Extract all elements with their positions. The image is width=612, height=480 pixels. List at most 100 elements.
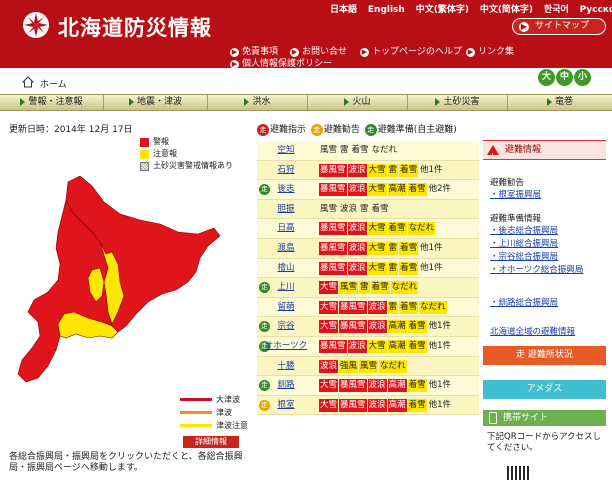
advisory-badge: 着雪 [407, 320, 427, 334]
hokkaido-warning-map[interactable] [8, 172, 222, 390]
advisory-badge: 大雪 [367, 222, 387, 236]
region-warnings: 風雪雷着雪 なだれ [319, 144, 399, 157]
nav-tab-earthquake[interactable]: 地震・津波 [104, 95, 208, 110]
font-size-large-button[interactable]: 大 [538, 69, 555, 86]
lang-link[interactable]: 中文(繁体字) [416, 5, 469, 15]
home-icon[interactable] [22, 76, 34, 88]
home-link[interactable]: ホーム [40, 77, 67, 90]
region-link[interactable]: 後志 [257, 180, 315, 199]
warning-badge: 暴風雪 [319, 163, 347, 177]
help-link[interactable]: ▶ トップページのヘルプ [360, 44, 462, 57]
region-row: 石狩 暴風雪 波浪 大雪雷着雪 他1件 [257, 160, 479, 181]
warning-text: 風雪 [320, 145, 338, 155]
detail-button[interactable]: 詳細情報 [183, 436, 239, 448]
junbi-link[interactable]: ・釧路総合振興局 [490, 296, 558, 308]
privacy-link[interactable]: ▶ 個人情報保護ポリシー [230, 56, 332, 69]
warning-badge: 波浪 [347, 183, 367, 197]
region-row: 日高 暴風雪 波浪 大雪 着雪 なだれ [257, 219, 479, 239]
nav-tab-volcano[interactable]: 火山 [308, 95, 408, 110]
advisory-badge: なだれ [419, 300, 447, 314]
runner-icon: 走 [257, 123, 269, 136]
warning-text: 他1件 [428, 380, 451, 391]
junbi-link[interactable]: ・後志総合振興局 [490, 224, 558, 236]
region-row: 走上川 大雪 風雪雷着雪 なだれ [257, 278, 479, 298]
region-row: 渡島 暴風雪 波浪 大雪雷着雪 他1件 [257, 238, 479, 259]
lang-link[interactable]: 中文(简体字) [480, 5, 533, 15]
region-link[interactable]: 釧路 [257, 376, 315, 395]
warning-text: 風雪 [320, 203, 338, 214]
region-link[interactable]: 石狩 [257, 161, 315, 180]
major-tsunami-line [180, 398, 212, 401]
region-link[interactable]: オホーツク [257, 337, 315, 356]
kankoku-link[interactable]: ・根室振興局 [490, 188, 541, 200]
map-legend: 警報 注意報 土砂災害警戒情報あり [140, 136, 233, 172]
junbi-link[interactable]: ・上川総合振興局 [490, 237, 558, 249]
legend-item: 大津波 [180, 393, 248, 406]
advisory-badge: 着雪 [407, 379, 427, 393]
lang-link[interactable]: English [368, 5, 405, 15]
warning-badge: 波浪 [367, 379, 387, 393]
region-link[interactable]: 上川 [257, 278, 315, 297]
advisory-badge: 高潮 [387, 320, 407, 334]
lang-link[interactable]: 한국어 [544, 5, 569, 15]
advisory-badge: 雷 [387, 300, 399, 314]
region-link[interactable]: 留萌 [257, 298, 315, 317]
advisory-badge: 大雪 [367, 163, 387, 177]
tsunami-line [180, 411, 212, 414]
region-row: 走後志 暴風雪 波浪 大雪 高潮 着雪 他2件 [257, 180, 479, 200]
region-warnings: 波浪 強風 風雪 なだれ [319, 359, 408, 373]
warning-text: なだれ [371, 145, 398, 155]
nav-tab-warnings[interactable]: 警報・注意報 [0, 95, 104, 110]
junbi-link[interactable]: ・オホーツク総合振興局 [490, 263, 608, 275]
amedas-button[interactable]: アメダス [483, 380, 606, 399]
warning-badge: 大雪 [319, 281, 339, 295]
hokkaido-emblem-icon[interactable] [22, 11, 50, 39]
junbi-link[interactable]: ・宗谷総合振興局 [490, 250, 558, 262]
region-link[interactable]: 渡島 [257, 239, 315, 258]
advisory-badge: 大雪 [367, 261, 387, 275]
warning-badge: 大雪 [319, 398, 339, 412]
region-link[interactable]: 十勝 [257, 357, 315, 376]
nav-tab-landslide[interactable]: 土砂災害 [408, 95, 508, 110]
shelter-status-button[interactable]: 走 避難所状況 [483, 346, 606, 365]
region-row: 走宗谷 大雪 暴風雪 波浪 高潮 着雪 他1件 [257, 317, 479, 337]
nav-tab-flood[interactable]: 洪水 [208, 95, 308, 110]
region-link[interactable]: 日高 [257, 219, 315, 238]
warning-badge: 高潮 [387, 398, 407, 412]
mobile-site-header: 携帯サイト [483, 410, 606, 426]
site-header: 北海道防災情報 日本語 English 中文(繁体字) 中文(简体字) 한국어 … [0, 0, 612, 69]
region-link[interactable]: 宗谷 [257, 317, 315, 336]
runner-icon: 走 [310, 123, 323, 136]
advisory-badge: 着雪 [407, 339, 427, 353]
all-evac-link[interactable]: 北海道全域の避難情報 [490, 325, 575, 337]
advisory-badge: 高潮 [387, 183, 407, 197]
warning-badge: 暴風雪 [319, 222, 347, 236]
legend-item: 警報 [140, 136, 233, 148]
nav-tab-tornado[interactable]: 竜巻 [508, 95, 612, 110]
region-link[interactable]: 空知 [257, 141, 315, 160]
region-row: 胆振 風雪 波浪雷着雪 [257, 199, 479, 220]
region-link[interactable]: 胆振 [257, 200, 315, 219]
advisory-badge: 高潮 [387, 339, 407, 353]
sitemap-button[interactable]: ▶ サイトマップ [512, 18, 606, 35]
region-link[interactable]: 根室 [257, 396, 315, 415]
site-title[interactable]: 北海道防災情報 [58, 12, 212, 42]
runner-icon: 走 [364, 123, 377, 136]
region-warnings: 暴風雪 波浪 大雪 着雪 なだれ [319, 222, 436, 236]
arrow-icon: ▶ [230, 60, 239, 69]
font-size-small-button[interactable]: 小 [574, 69, 591, 86]
warning-text: 他1件 [420, 164, 443, 175]
advisory-badge: 風雪 [359, 359, 379, 373]
legend-item: 注意報 [140, 148, 233, 160]
advisory-badge: 大雪 [367, 241, 387, 255]
links-link[interactable]: ▶ リンク集 [466, 44, 514, 57]
font-size-medium-button[interactable]: 中 [556, 69, 573, 86]
map-note: 各総合振興局・振興局をクリックいただくと、各総合振興局・振興局ページへ移動します… [9, 452, 243, 473]
warning-text: 他1件 [420, 242, 443, 253]
region-link[interactable]: 檜山 [257, 259, 315, 278]
lang-link[interactable]: Русско [580, 5, 612, 15]
legend-item: 土砂災害警戒情報あり [140, 160, 233, 172]
advisory-badge: 着雪 [407, 398, 427, 412]
warning-badge: 大雪 [319, 300, 339, 314]
lang-link[interactable]: 日本語 [330, 5, 357, 15]
